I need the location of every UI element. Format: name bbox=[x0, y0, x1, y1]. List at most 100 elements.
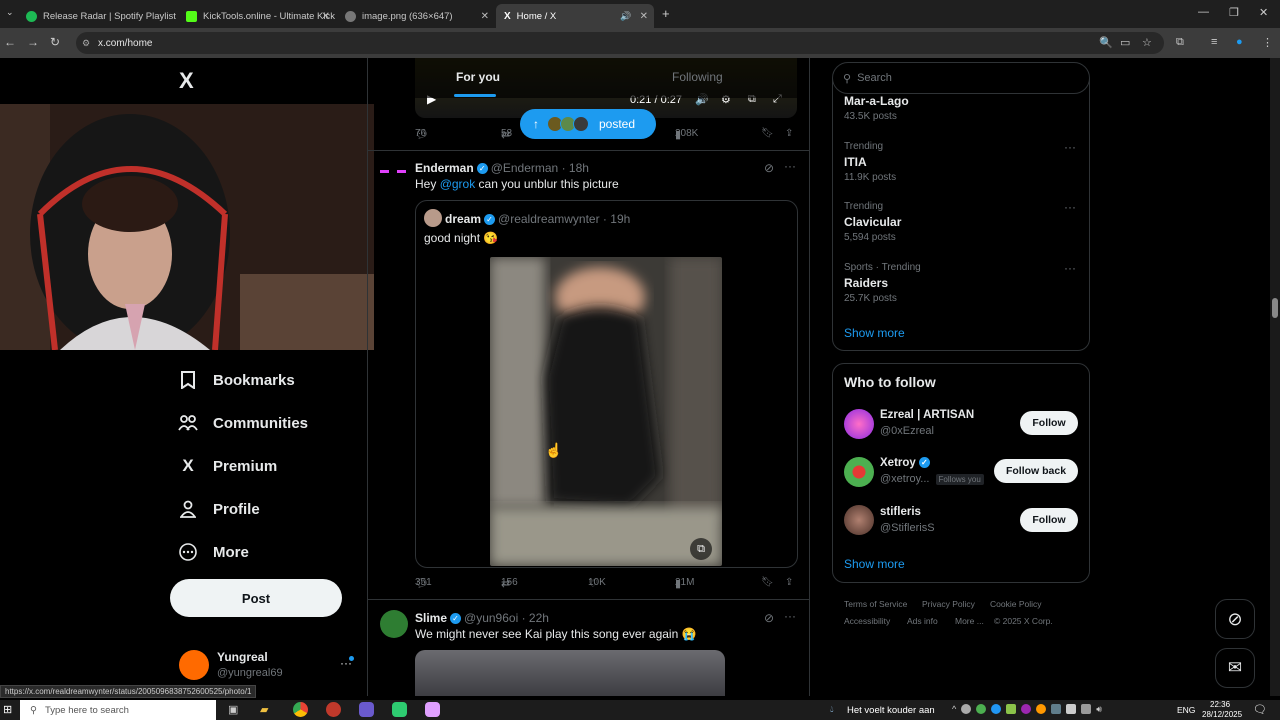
language-indicator[interactable]: ENG bbox=[1177, 705, 1195, 715]
tweet-time[interactable]: 22h bbox=[529, 611, 549, 625]
app-icon[interactable] bbox=[359, 702, 374, 717]
url-field[interactable]: ⚙ x.com/home bbox=[76, 32, 1164, 54]
close-tab-icon[interactable]: ✕ bbox=[481, 11, 489, 22]
scrollbar[interactable] bbox=[1270, 58, 1280, 696]
author-name[interactable]: Enderman bbox=[415, 161, 474, 175]
nav-more[interactable]: More bbox=[178, 542, 249, 562]
grok-floating-icon[interactable]: ⊘ bbox=[1215, 599, 1255, 639]
bookmark-star-icon[interactable]: ☆ bbox=[1142, 36, 1152, 49]
close-tab-icon[interactable]: ✕ bbox=[640, 11, 648, 22]
nav-premium[interactable]: X Premium bbox=[178, 456, 277, 476]
speaker-icon[interactable]: 🔊 bbox=[620, 11, 631, 22]
mention-link[interactable]: @grok bbox=[440, 177, 476, 191]
tray-icon[interactable] bbox=[976, 704, 987, 714]
app-icon[interactable] bbox=[425, 702, 440, 717]
avatar[interactable] bbox=[380, 168, 408, 178]
trend-more-icon[interactable]: ··· bbox=[1064, 140, 1076, 154]
tab-search-icon[interactable]: ≡ bbox=[1211, 36, 1217, 48]
avatar[interactable] bbox=[179, 650, 209, 680]
share-icon[interactable]: ⇪ bbox=[785, 577, 793, 588]
tray-icon[interactable] bbox=[1021, 704, 1032, 714]
trend-name[interactable]: Clavicular bbox=[844, 215, 901, 229]
trend-name[interactable]: Raiders bbox=[844, 276, 888, 290]
avatar[interactable] bbox=[844, 505, 874, 535]
weather-text[interactable]: Het voelt kouder aan bbox=[847, 705, 935, 716]
app-icon[interactable] bbox=[326, 702, 341, 717]
nav-communities[interactable]: Communities bbox=[178, 413, 308, 433]
back-icon[interactable]: ← bbox=[4, 35, 16, 49]
zoom-icon[interactable]: 🔍 bbox=[1099, 36, 1113, 49]
tray-icon[interactable] bbox=[1036, 704, 1047, 714]
avatar[interactable] bbox=[844, 457, 874, 487]
new-tab-icon[interactable]: + bbox=[662, 6, 670, 21]
avatar[interactable] bbox=[380, 610, 408, 638]
close-tab-icon[interactable]: ✕ bbox=[322, 11, 330, 22]
share-icon[interactable]: ⇪ bbox=[785, 128, 793, 139]
reload-icon[interactable]: ↻ bbox=[50, 35, 60, 49]
tab-home-x[interactable]: X Home / X 🔊 ✕ bbox=[496, 4, 654, 28]
trend-name[interactable]: Mar-a-Lago bbox=[844, 94, 909, 108]
author-handle[interactable]: @Enderman bbox=[491, 161, 559, 175]
tweet-media[interactable] bbox=[415, 650, 725, 696]
windows-start-icon[interactable]: ⊞ bbox=[3, 703, 12, 716]
tab-list-chevron-icon[interactable]: ⌄ bbox=[6, 7, 14, 18]
bookmark-button[interactable]: 🔖︎ bbox=[761, 577, 774, 588]
more-options-icon[interactable]: ··· bbox=[784, 609, 796, 623]
tray-icon[interactable] bbox=[1081, 704, 1092, 714]
show-more-link[interactable]: Show more bbox=[844, 557, 905, 571]
follow-suggestion-name[interactable]: Ezreal | ARTISAN bbox=[880, 409, 974, 421]
footer-privacy-link[interactable]: Privacy Policy bbox=[922, 599, 975, 609]
footer-ads-link[interactable]: Ads info bbox=[907, 616, 938, 626]
more-options-icon[interactable]: ··· bbox=[784, 159, 796, 173]
footer-more-link[interactable]: More ... bbox=[955, 616, 984, 626]
follow-back-button[interactable]: Follow back bbox=[994, 459, 1078, 483]
trend-more-icon[interactable]: ··· bbox=[1064, 200, 1076, 214]
tray-icon[interactable] bbox=[991, 704, 1002, 714]
taskbar-search-input[interactable]: ⚲ Type here to search bbox=[20, 700, 216, 720]
tray-chevron-icon[interactable]: ^ bbox=[952, 704, 956, 716]
grok-edit-icon[interactable]: ⧉ bbox=[690, 538, 712, 560]
author-handle[interactable]: @yun96oi bbox=[464, 611, 518, 625]
site-info-icon[interactable]: ⚙ bbox=[82, 38, 90, 49]
tray-icon[interactable] bbox=[1066, 704, 1077, 714]
tray-icon[interactable] bbox=[1051, 704, 1062, 714]
footer-cookie-link[interactable]: Cookie Policy bbox=[990, 599, 1042, 609]
task-view-icon[interactable]: ▣ bbox=[228, 703, 238, 716]
trend-more-icon[interactable]: ··· bbox=[1064, 261, 1076, 275]
tab-spotify[interactable]: Release Radar | Spotify Playlist bbox=[18, 4, 178, 28]
file-explorer-icon[interactable]: ▰ bbox=[260, 703, 268, 716]
profile-icon[interactable]: ● bbox=[1236, 36, 1243, 48]
nav-bookmarks[interactable]: Bookmarks bbox=[178, 370, 295, 390]
tab-image[interactable]: image.png (636×647) ✕ bbox=[337, 4, 495, 28]
follow-button[interactable]: Follow bbox=[1020, 508, 1078, 532]
tab-kicktools[interactable]: KickTools.online - Ultimate Kick ✕ bbox=[178, 4, 336, 28]
restore-icon[interactable]: ❐ bbox=[1229, 6, 1239, 19]
tweet-time[interactable]: 18h bbox=[569, 161, 589, 175]
cast-icon[interactable]: ▭ bbox=[1120, 36, 1130, 49]
post-button[interactable]: Post bbox=[170, 579, 342, 617]
minimize-icon[interactable]: — bbox=[1198, 6, 1209, 18]
scrollbar-thumb[interactable] bbox=[1272, 298, 1278, 318]
volume-tray-icon[interactable]: 🔊︎ bbox=[1096, 704, 1102, 716]
x-logo-icon[interactable]: X bbox=[179, 68, 194, 94]
notifications-icon[interactable]: 🗨︎ bbox=[1253, 703, 1267, 716]
show-more-link[interactable]: Show more bbox=[844, 326, 905, 340]
author-name[interactable]: Slime bbox=[415, 611, 447, 625]
footer-accessibility-link[interactable]: Accessibility bbox=[844, 616, 890, 626]
close-window-icon[interactable]: ✕ bbox=[1259, 6, 1268, 19]
grok-icon[interactable]: ⊘ bbox=[764, 161, 774, 175]
follow-suggestion-name[interactable]: Xetroy bbox=[880, 457, 916, 469]
menu-icon[interactable]: ⋮ bbox=[1262, 36, 1273, 49]
tray-icon[interactable] bbox=[961, 704, 972, 714]
grok-icon[interactable]: ⊘ bbox=[764, 611, 774, 625]
messages-icon[interactable]: ✉ bbox=[1215, 648, 1255, 688]
nav-profile[interactable]: Profile bbox=[178, 499, 260, 519]
tray-icon[interactable] bbox=[1006, 704, 1017, 714]
footer-terms-link[interactable]: Terms of Service bbox=[844, 599, 907, 609]
trend-name[interactable]: ITIA bbox=[844, 155, 867, 169]
tab-for-you[interactable]: For you bbox=[456, 70, 500, 84]
clock-date[interactable]: 28/12/2025 bbox=[1202, 710, 1242, 719]
chrome-icon[interactable] bbox=[293, 702, 308, 717]
bookmark-button[interactable]: 🔖︎ bbox=[761, 128, 774, 139]
extensions-icon[interactable]: ⧉ bbox=[1176, 36, 1184, 49]
